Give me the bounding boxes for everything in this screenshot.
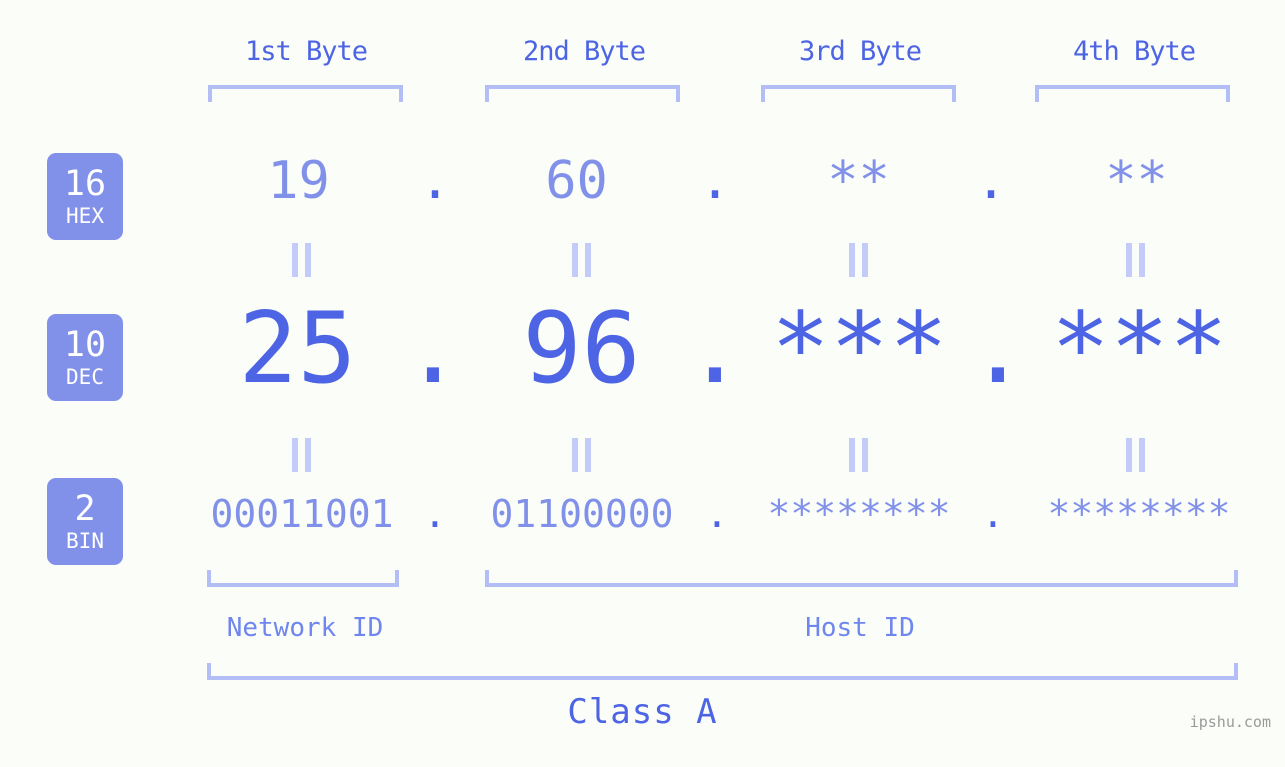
- hex-byte-4: **: [1105, 151, 1168, 211]
- radix-badge-bin: 2 BIN: [47, 478, 123, 565]
- radix-badge-bin-number: 2: [74, 488, 96, 529]
- equals-mark-hex-dec-4: [1122, 243, 1148, 277]
- class-bracket: [207, 663, 1238, 680]
- equals-mark-dec-bin-3: [845, 438, 871, 472]
- byte-header-3: 3rd Byte: [798, 36, 922, 67]
- equals-mark-dec-bin-4: [1122, 438, 1148, 472]
- radix-badge-dec: 10 DEC: [47, 314, 123, 401]
- radix-badge-hex-number: 16: [63, 163, 107, 204]
- bin-byte-4: ********: [1047, 492, 1231, 536]
- radix-badge-hex: 16 HEX: [47, 153, 123, 240]
- equals-mark-hex-dec-2: [568, 243, 594, 277]
- bin-byte-2: 01100000: [490, 492, 674, 536]
- byte-bracket-1: [208, 85, 403, 102]
- hex-separator-3: .: [975, 151, 1007, 211]
- hex-byte-3: **: [827, 151, 890, 211]
- ip-address-breakdown-diagram: 1st Byte 2nd Byte 3rd Byte 4th Byte 16 H…: [0, 0, 1285, 767]
- hex-separator-2: .: [699, 151, 731, 211]
- dec-byte-3: ***: [770, 292, 948, 406]
- bin-separator-1: .: [423, 492, 447, 536]
- hex-separator-1: .: [419, 151, 451, 211]
- bin-byte-1: 00011001: [210, 492, 394, 536]
- dec-separator-1: .: [403, 292, 463, 406]
- bin-separator-2: .: [705, 492, 729, 536]
- equals-mark-dec-bin-2: [568, 438, 594, 472]
- equals-mark-hex-dec-3: [845, 243, 871, 277]
- hex-byte-2: 60: [545, 151, 608, 211]
- host-id-label: Host ID: [805, 613, 915, 643]
- network-id-label: Network ID: [226, 613, 384, 643]
- byte-bracket-3: [761, 85, 956, 102]
- byte-header-1: 1st Byte: [244, 36, 368, 67]
- bin-byte-3: ********: [767, 492, 951, 536]
- site-watermark: ipshu.com: [1189, 713, 1271, 731]
- hex-byte-1: 19: [267, 151, 330, 211]
- equals-mark-dec-bin-1: [288, 438, 314, 472]
- radix-badge-hex-name: HEX: [66, 203, 104, 228]
- radix-badge-dec-name: DEC: [66, 364, 104, 389]
- dec-byte-2: 96: [522, 292, 641, 406]
- byte-bracket-2: [485, 85, 680, 102]
- byte-header-4: 4th Byte: [1072, 36, 1196, 67]
- host-id-bracket: [485, 570, 1238, 587]
- network-id-bracket: [207, 570, 399, 587]
- dec-byte-1: 25: [238, 292, 357, 406]
- equals-mark-hex-dec-1: [288, 243, 314, 277]
- byte-header-2: 2nd Byte: [522, 36, 646, 67]
- radix-badge-dec-number: 10: [63, 324, 107, 365]
- bin-separator-3: .: [981, 492, 1005, 536]
- dec-separator-2: .: [685, 292, 745, 406]
- radix-badge-bin-name: BIN: [66, 528, 104, 553]
- class-label: Class A: [567, 692, 718, 732]
- dec-byte-4: ***: [1050, 292, 1228, 406]
- byte-bracket-4: [1035, 85, 1230, 102]
